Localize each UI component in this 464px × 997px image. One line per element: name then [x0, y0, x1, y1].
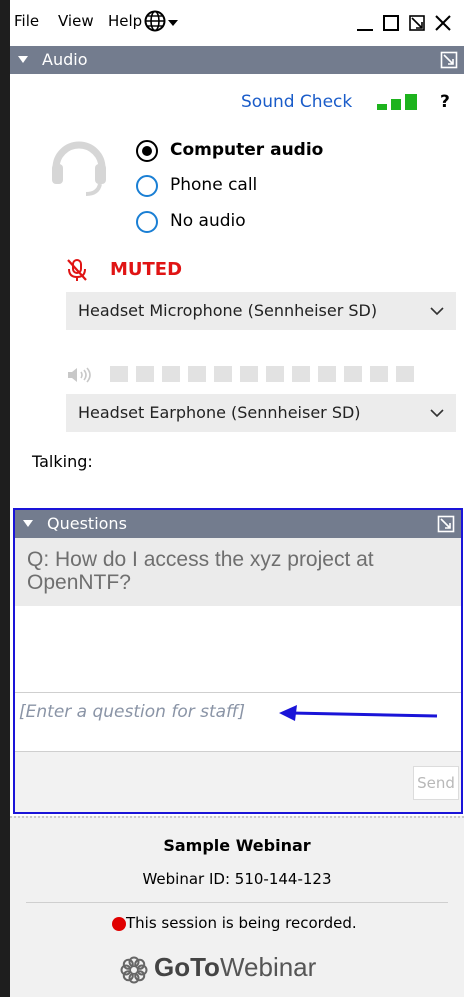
microphone-select-value: Headset Microphone (Sennheiser SD): [78, 301, 378, 320]
close-icon[interactable]: [432, 12, 454, 34]
send-button[interactable]: Send: [413, 766, 459, 800]
level-segment: [110, 366, 128, 382]
microphone-muted-icon[interactable]: [66, 258, 88, 282]
recording-notice: This session is being recorded.: [126, 914, 357, 932]
menu-view[interactable]: View: [58, 12, 94, 30]
question-list-item[interactable]: Q: How do I access the xyz project at Op…: [15, 538, 461, 606]
radio-button-selected[interactable]: [136, 140, 158, 162]
collapse-triangle-icon[interactable]: [23, 520, 33, 527]
webinar-title: Sample Webinar: [163, 836, 311, 855]
language-dropdown-caret-icon[interactable]: [168, 20, 178, 26]
menu-file[interactable]: File: [14, 12, 39, 30]
popout-icon[interactable]: [406, 12, 428, 34]
level-segment: [214, 366, 232, 382]
muted-status: MUTED: [110, 259, 183, 280]
question-input-placeholder[interactable]: [Enter a question for staff]: [19, 702, 245, 722]
arrow-annotation-icon: [279, 705, 438, 721]
questions-section-title: Questions: [47, 514, 127, 533]
gotowebinar-logo: GoToWebinar: [154, 952, 316, 983]
popout-icon[interactable]: [437, 515, 455, 533]
question-text: Q: How do I access the xyz project at Op…: [27, 548, 374, 594]
speaker-select-value: Headset Earphone (Sennheiser SD): [78, 403, 361, 422]
talking-label: Talking:: [32, 452, 93, 471]
recording-dot-icon: [112, 917, 126, 931]
collapse-triangle-icon[interactable]: [18, 56, 28, 63]
menu-help[interactable]: Help: [108, 12, 142, 30]
logo-webinar: Webinar: [219, 952, 317, 982]
restore-icon[interactable]: [380, 12, 402, 34]
dotted-divider: [10, 816, 464, 818]
option-label: Phone call: [170, 175, 258, 195]
option-label: Computer audio: [170, 140, 324, 160]
level-segment: [266, 366, 284, 382]
signal-bars-icon: [377, 94, 417, 110]
questions-section-header[interactable]: Questions: [15, 510, 461, 538]
sound-check-link[interactable]: Sound Check: [241, 92, 352, 112]
minimize-icon[interactable]: [354, 12, 376, 34]
globe-icon[interactable]: [144, 10, 166, 32]
questions-panel: Questions Q: How do I access the xyz pro…: [13, 508, 463, 814]
audio-section-title: Audio: [42, 50, 88, 69]
level-segment: [370, 366, 388, 382]
microphone-select[interactable]: Headset Microphone (Sennheiser SD): [66, 292, 456, 330]
headset-icon: [52, 141, 106, 196]
menu-bar: File View Help: [10, 0, 464, 44]
radio-button[interactable]: [136, 211, 158, 233]
level-segment: [344, 366, 362, 382]
app-window: File View Help Audio Sound Check ? Compu…: [10, 0, 464, 997]
radio-button[interactable]: [136, 175, 158, 197]
level-segment: [136, 366, 154, 382]
audio-help-button[interactable]: ?: [440, 92, 450, 112]
level-segment: [162, 366, 180, 382]
option-label: No audio: [170, 211, 246, 231]
level-segment: [318, 366, 336, 382]
chevron-down-icon: [430, 409, 444, 418]
question-list-area: [15, 606, 461, 692]
audio-section-header[interactable]: Audio: [10, 46, 464, 74]
gotowebinar-flower-icon: [120, 956, 148, 984]
popout-icon[interactable]: [440, 51, 458, 69]
speaker-icon: [68, 367, 91, 383]
divider: [26, 902, 448, 903]
chevron-down-icon: [430, 307, 444, 316]
level-segment: [240, 366, 258, 382]
level-segment: [292, 366, 310, 382]
webinar-id: Webinar ID: 510-144-123: [142, 870, 332, 888]
logo-goto: GoTo: [154, 952, 220, 982]
level-segment: [396, 366, 414, 382]
level-segment: [188, 366, 206, 382]
webinar-info: Sample Webinar Webinar ID: 510-144-123 T…: [10, 816, 464, 997]
question-footer: Send: [15, 752, 461, 812]
speaker-select[interactable]: Headset Earphone (Sennheiser SD): [66, 394, 456, 432]
